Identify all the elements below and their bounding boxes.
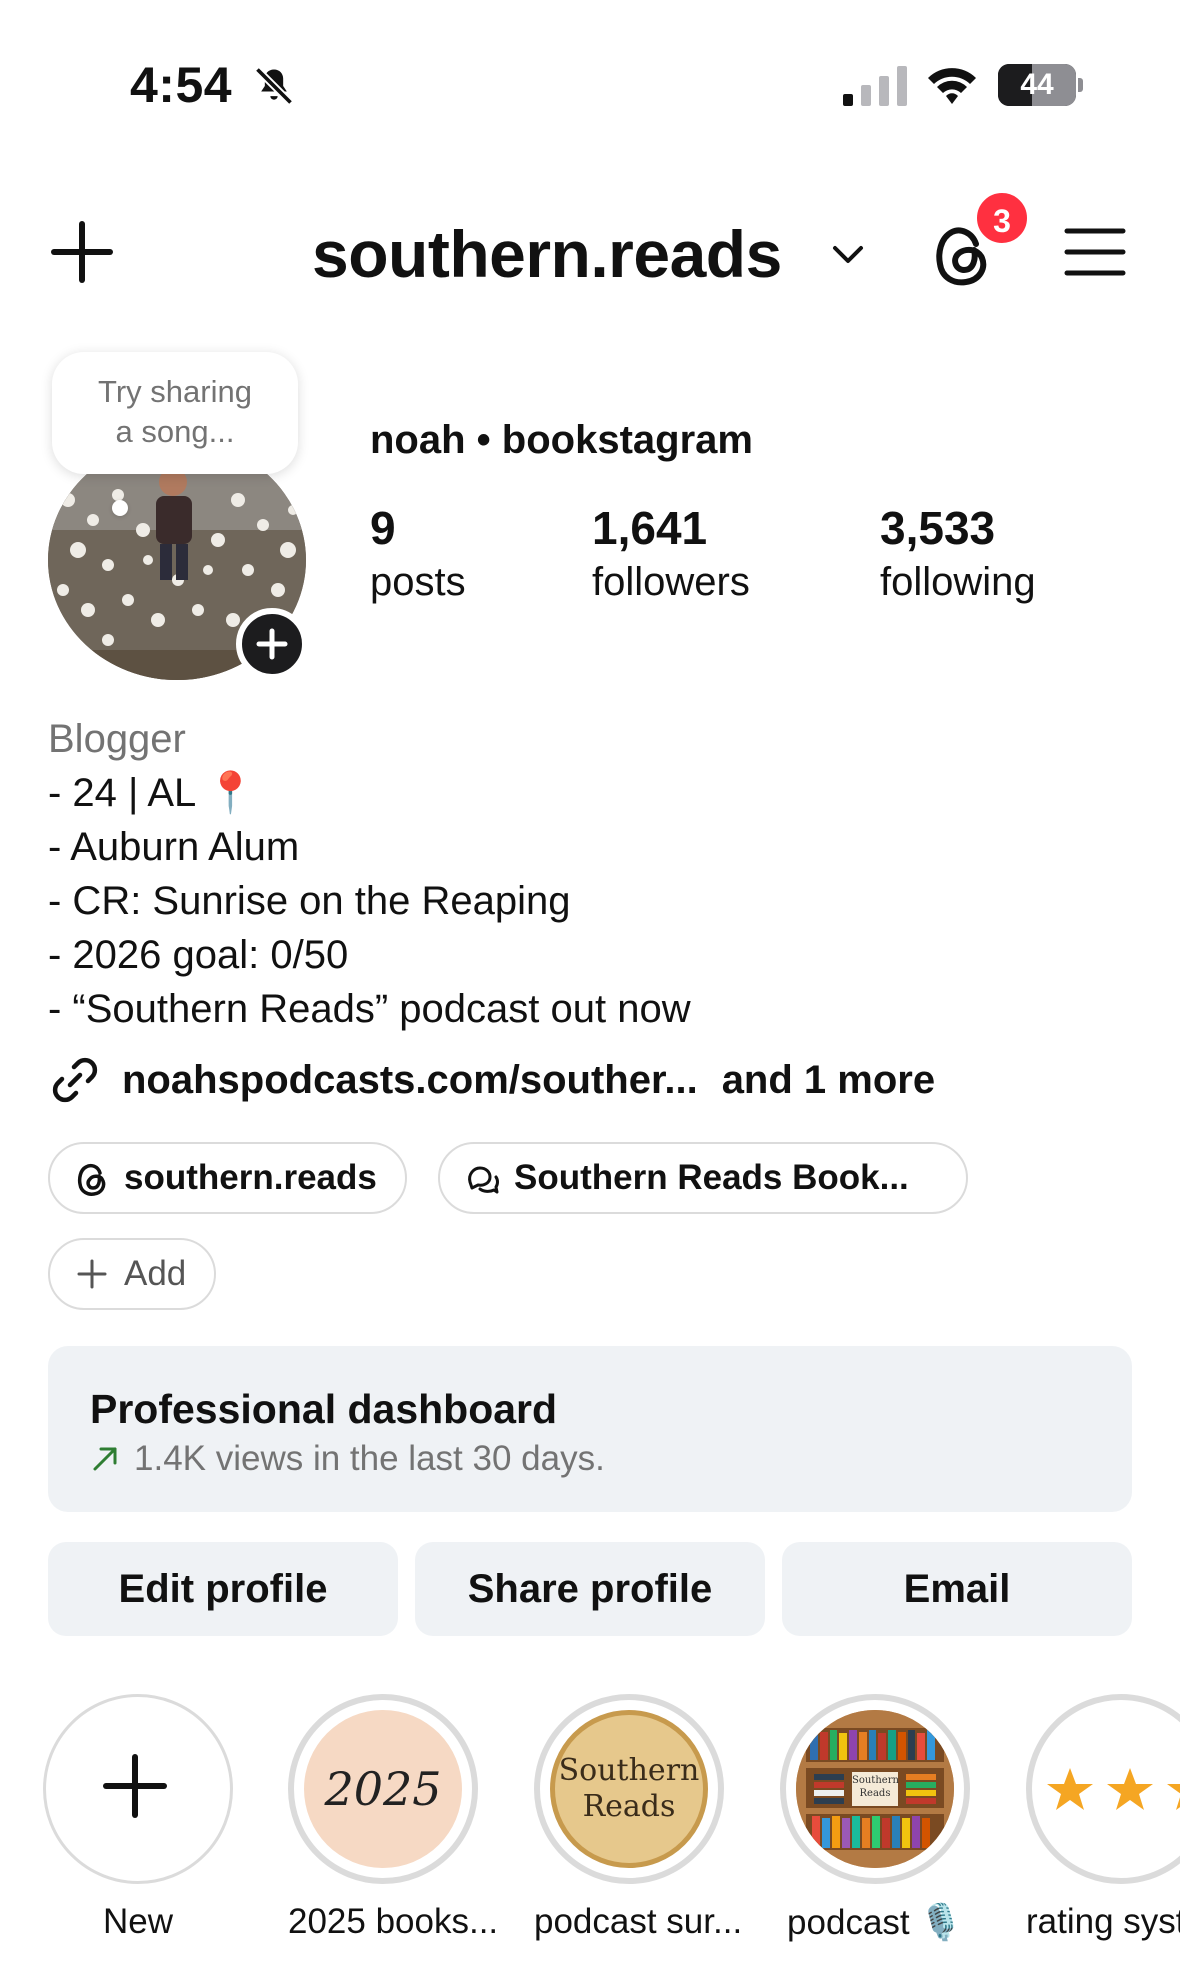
channel-icon <box>468 1166 499 1194</box>
highlight-label: New <box>102 1902 174 1941</box>
chip-label: southern.reads <box>124 1158 377 1197</box>
chip-label: Southern Reads Book... <box>514 1158 909 1197</box>
notification-badge: 3 <box>974 190 1030 246</box>
highlight-label: 2025 books... <box>288 1902 499 1941</box>
note-prompt-line: Try sharing <box>98 374 252 409</box>
stat-label: posts <box>370 560 466 604</box>
status-bar: 4:54 44 <box>0 0 1180 120</box>
threads-profile-chip[interactable]: southern.reads <box>48 1142 407 1214</box>
profile-avatar-container[interactable] <box>48 440 308 680</box>
profile-header: southern.reads 3 <box>0 190 1180 300</box>
professional-dashboard-card[interactable]: Professional dashboard 1.4K views in the… <box>48 1346 1132 1512</box>
bio-links-row[interactable]: noahspodcasts.com/souther... and 1 more <box>48 1050 935 1110</box>
highlight-label: rating syst <box>1026 1902 1180 1941</box>
account-switcher-username[interactable]: southern.reads <box>312 216 782 292</box>
highlight-2025-books[interactable]: 2025 2025 books... <box>288 1694 499 1942</box>
highlight-new[interactable]: New <box>43 1694 233 1942</box>
highlight-cover-text: Southern <box>558 1753 700 1788</box>
link-icon <box>52 1057 98 1103</box>
bio-link-more[interactable]: and 1 more <box>722 1058 935 1103</box>
cellular-signal-icon <box>843 66 907 106</box>
followers-stat[interactable]: 1,641 followers <box>592 500 750 608</box>
bio-line: - Auburn Alum <box>48 825 300 869</box>
create-plus-icon[interactable] <box>50 220 114 284</box>
chip-label: Add <box>124 1254 187 1293</box>
add-story-button[interactable] <box>236 608 308 680</box>
stat-label: followers <box>592 560 750 604</box>
highlight-podcast-survey[interactable]: Southern Reads podcast sur... <box>534 1694 743 1942</box>
note-bubble-tail <box>112 500 128 516</box>
stat-value: 1,641 <box>592 502 708 554</box>
email-button[interactable]: Email <box>782 1542 1132 1636</box>
edit-profile-button[interactable]: Edit profile <box>48 1542 398 1636</box>
stat-label: following <box>880 560 1036 604</box>
trend-up-arrow-icon <box>93 1447 117 1471</box>
highlight-label: podcast sur... <box>534 1902 743 1941</box>
hamburger-menu-icon[interactable] <box>1064 226 1126 278</box>
threads-icon <box>77 1163 106 1196</box>
highlight-podcast[interactable]: Southern Reads podcast 🎙️ <box>780 1694 970 1943</box>
following-stat[interactable]: 3,533 following <box>880 500 1036 608</box>
highlight-cover-text: 2025 <box>324 1762 442 1816</box>
dashboard-views-text: 1.4K views in the last 30 days. <box>134 1439 605 1478</box>
bio-line: - 24 | AL 📍 <box>48 771 256 815</box>
chevron-down-icon[interactable] <box>830 240 866 270</box>
note-prompt-line: a song... <box>115 414 235 449</box>
bio-line: - CR: Sunrise on the Reaping <box>48 879 571 923</box>
bio-line: - 2026 goal: 0/50 <box>48 933 349 977</box>
bio: Blogger - 24 | AL 📍 - Auburn Alum - CR: … <box>48 712 691 1036</box>
battery-percentage: 44 <box>1020 68 1054 101</box>
bio-line: - “Southern Reads” podcast out now <box>48 987 691 1031</box>
posts-stat[interactable]: 9 posts <box>370 500 466 608</box>
battery-indicator: 44 <box>998 64 1083 106</box>
star-rating-icon <box>1047 1768 1180 1810</box>
stat-value: 3,533 <box>880 502 996 554</box>
note-prompt-bubble[interactable]: Try sharing a song... <box>52 352 298 474</box>
dashboard-subtitle: 1.4K views in the last 30 days. <box>90 1439 1132 1479</box>
broadcast-channel-chip[interactable]: Southern Reads Book... <box>438 1142 968 1214</box>
add-link-chip[interactable]: Add <box>48 1238 217 1310</box>
highlight-label: podcast 🎙️ <box>787 1903 963 1942</box>
highlight-cover-text: Southern <box>852 1775 899 1786</box>
status-time: 4:54 <box>130 57 233 113</box>
display-name: noah • bookstagram <box>370 418 753 462</box>
highlight-rating-system[interactable]: rating syst <box>1026 1694 1180 1942</box>
highlight-cover-text: Reads <box>859 1788 891 1799</box>
plus-icon <box>103 1754 167 1818</box>
bio-link-text[interactable]: noahspodcasts.com/souther... <box>122 1058 698 1103</box>
share-profile-button[interactable]: Share profile <box>415 1542 765 1636</box>
bell-off-icon <box>254 66 294 106</box>
wifi-icon <box>928 68 976 104</box>
plus-icon <box>77 1259 107 1289</box>
stat-value: 9 <box>370 502 396 554</box>
plus-icon <box>256 628 288 660</box>
bio-category: Blogger <box>48 717 186 761</box>
highlight-cover-text: Reads <box>582 1789 676 1824</box>
dashboard-title: Professional dashboard <box>90 1386 558 1432</box>
